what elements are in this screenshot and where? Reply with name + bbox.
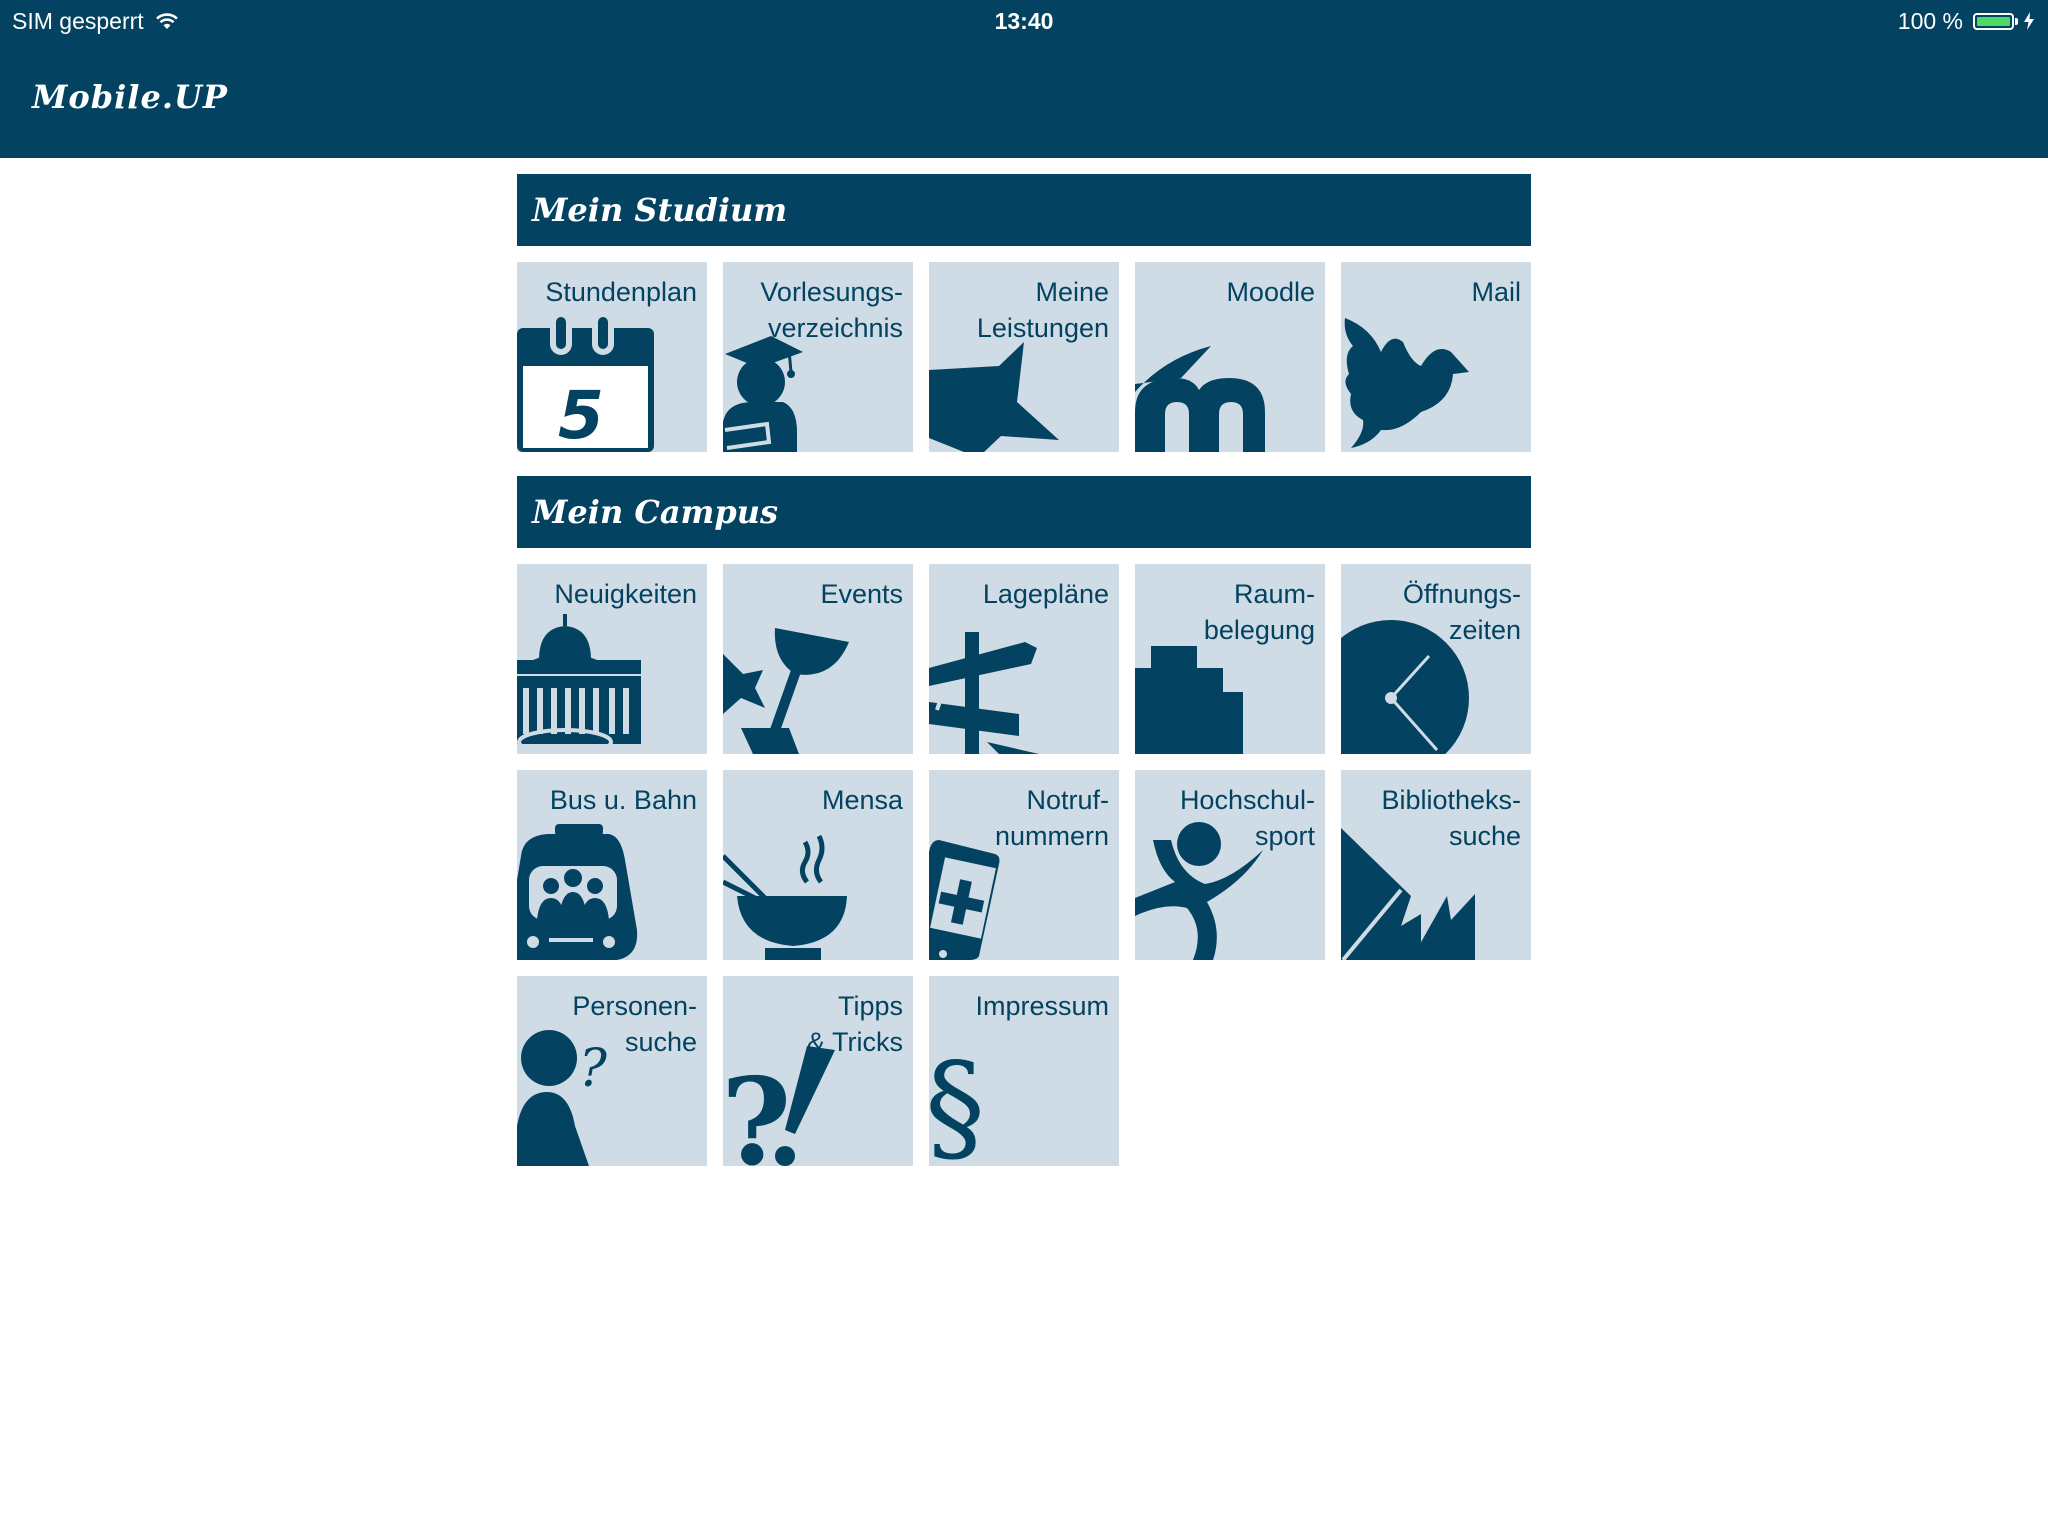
main-content: Mein Studium Stundenplan 5 Vorlesungs- v… <box>517 174 1531 1166</box>
tile-neuigkeiten[interactable]: Neuigkeiten <box>517 564 707 754</box>
tile-meine-leistungen[interactable]: Meine Leistungen <box>929 262 1119 452</box>
tile-label: Events <box>820 579 903 609</box>
status-bar-right: 100 % <box>1898 4 2034 38</box>
tile-impressum[interactable]: Impressum § <box>929 976 1119 1166</box>
tile-notrufnummern[interactable]: Notruf- nummern <box>929 770 1119 960</box>
tile-bibliothekssuche[interactable]: Bibliotheks- suche <box>1341 770 1531 960</box>
tile-label: Impressum <box>975 991 1109 1021</box>
charging-icon <box>2024 12 2034 30</box>
tile-raumbelegung[interactable]: Raum- belegung <box>1135 564 1325 754</box>
navigation-bar: SIM gesperrt 13:40 100 % Mobile.UP <box>0 0 2048 158</box>
tile-label: Tipps & Tricks <box>806 991 903 1057</box>
tile-mail[interactable]: Mail <box>1341 262 1531 452</box>
tile-grid-campus: Neuigkeiten Events Lagepläne Raum- beleg… <box>517 564 1531 1166</box>
tile-label: Meine Leistungen <box>976 277 1109 343</box>
tile-bus-bahn[interactable]: Bus u. Bahn <box>517 770 707 960</box>
tile-hochschulsport[interactable]: Hochschul- sport <box>1135 770 1325 960</box>
svg-text:5: 5 <box>558 377 604 452</box>
app-title: Mobile.UP <box>32 78 228 116</box>
tile-grid-studium: Stundenplan 5 Vorlesungs- verzeichnis Me <box>517 262 1531 452</box>
tile-label: Hochschul- sport <box>1179 785 1315 851</box>
tile-label: Neuigkeiten <box>554 579 697 609</box>
tile-vorlesungsverzeichnis[interactable]: Vorlesungs- verzeichnis <box>723 262 913 452</box>
tile-lageplaene[interactable]: Lagepläne <box>929 564 1119 754</box>
tile-label: Öffnungs- zeiten <box>1402 579 1521 645</box>
tile-label: Lagepläne <box>982 579 1109 609</box>
tile-label: Mensa <box>821 785 903 815</box>
tile-events[interactable]: Events <box>723 564 913 754</box>
section-header-campus: Mein Campus <box>517 476 1531 548</box>
tile-label: Bibliotheks- suche <box>1381 785 1521 851</box>
tile-stundenplan[interactable]: Stundenplan 5 <box>517 262 707 452</box>
tile-label: Vorlesungs- verzeichnis <box>760 277 903 343</box>
tile-mensa[interactable]: Mensa <box>723 770 913 960</box>
tile-label: Notruf- nummern <box>994 785 1109 851</box>
tile-tipps-tricks[interactable]: Tipps & Tricks ? <box>723 976 913 1166</box>
tile-label: Moodle <box>1226 277 1315 307</box>
tile-personensuche[interactable]: Personen- suche ? <box>517 976 707 1166</box>
battery-icon <box>1973 12 2014 30</box>
tile-label: Mail <box>1471 277 1521 307</box>
tile-label: Personen- suche <box>572 991 697 1057</box>
svg-text:§: § <box>929 1038 985 1166</box>
section-header-studium: Mein Studium <box>517 174 1531 246</box>
tile-label: Raum- belegung <box>1203 579 1315 645</box>
battery-percentage: 100 % <box>1897 8 1963 34</box>
status-bar-time: 13:40 <box>994 8 1054 34</box>
tile-oeffnungszeiten[interactable]: Öffnungs- zeiten <box>1341 564 1531 754</box>
tile-label: Stundenplan <box>545 277 697 307</box>
tile-label: Bus u. Bahn <box>549 785 697 815</box>
tile-moodle[interactable]: Moodle <box>1135 262 1325 452</box>
